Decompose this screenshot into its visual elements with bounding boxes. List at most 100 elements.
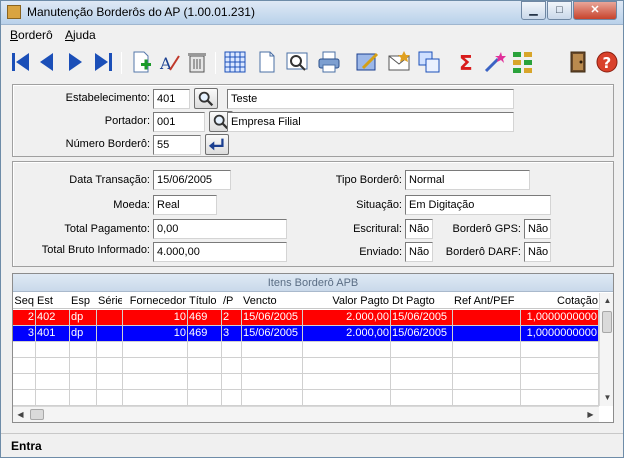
print-icon[interactable] [317,50,341,74]
column-header-dt-pagto[interactable]: Dt Pagto [391,293,452,309]
cell-ref-ant-pef [453,374,521,390]
scroll-right-icon[interactable]: ▶ [583,407,598,422]
grid-options-icon[interactable] [511,50,535,74]
enviado-field[interactable]: Não [405,242,433,262]
table-row[interactable]: 2 402 dp 10 469 2 15/06/2005 2.000,00 15/06/2005… [13,310,599,326]
status-bar: Entra [1,433,623,457]
scroll-down-icon[interactable]: ▼ [600,390,613,405]
cell-titulo [188,390,222,406]
cell-dt-pagto: 15/06/2005 [391,310,453,326]
numero-bordero-field[interactable]: 55 [153,135,201,155]
column-header-est[interactable]: Est [36,293,69,309]
column-header-vencto[interactable]: Vencto [242,293,302,309]
column-header-fornecedor[interactable]: Fornecedor [123,293,187,309]
cell-ref-ant-pef [453,342,521,358]
delete-icon[interactable] [185,50,209,74]
cell-est: 401 [36,326,70,342]
sum-icon[interactable]: Σ [455,50,479,74]
cell-parcela [222,358,242,374]
grid-title: Itens Borderô APB [13,274,613,292]
cell-serie [97,342,123,358]
help-icon[interactable]: ? [595,50,619,74]
column-header-seq[interactable]: Seq [13,293,35,309]
scroll-left-icon[interactable]: ◀ [13,407,28,422]
cell-dt-pagto [391,358,453,374]
bordero-darf-field[interactable]: Não [524,242,551,262]
column-header-titulo[interactable]: Título [188,293,221,309]
last-icon[interactable] [91,50,115,74]
cell-dt-pagto [391,342,453,358]
scroll-up-icon[interactable]: ▲ [600,293,613,308]
edit-icon[interactable]: A [157,50,181,74]
cell-ref-ant-pef [453,358,521,374]
menu-bordero[interactable]: Borderô [10,28,53,42]
enter-button[interactable] [205,134,229,155]
items-grid[interactable]: Itens Borderô APB Seq Est Esp Série Forneced… [12,273,614,423]
total-bruto-label: Total Bruto Informado: [41,244,150,256]
previous-icon[interactable] [35,50,59,74]
copy-icon[interactable] [417,50,441,74]
tipo-bordero-field[interactable]: Normal [405,170,530,190]
new-icon[interactable] [129,50,153,74]
table-row[interactable] [13,342,599,358]
cell-seq: 3 [13,326,36,342]
data-transacao-label: Data Transação: [69,174,150,186]
cell-serie [97,358,123,374]
calendar-icon[interactable] [223,50,247,74]
data-transacao-field[interactable]: 15/06/2005 [153,170,231,190]
estabelecimento-field[interactable]: 401 [153,89,190,109]
moeda-field[interactable]: Real [153,195,217,215]
approve-icon[interactable] [355,50,379,74]
moeda-label: Moeda: [113,199,150,211]
cell-esp [70,374,97,390]
status-text: Entra [11,439,42,453]
document-icon[interactable] [255,50,279,74]
first-icon[interactable] [9,50,33,74]
horizontal-scrollbar[interactable]: ◀ ▶ [13,406,599,422]
minimize-button[interactable]: ▁ [521,1,546,20]
cell-est [36,358,70,374]
table-row[interactable] [13,374,599,390]
table-row[interactable] [13,390,599,406]
vertical-scroll-thumb[interactable] [602,311,612,333]
column-header-ref-ant-pef[interactable]: Ref Ant/PEF [453,293,520,309]
cell-vencto [242,358,303,374]
toolbar-separator [121,52,122,74]
mail-icon[interactable] [387,50,411,74]
cell-serie [97,326,123,342]
horizontal-scroll-thumb[interactable] [30,409,44,420]
portador-field[interactable]: 001 [153,112,205,132]
wand-icon[interactable] [483,50,507,74]
table-row[interactable]: 3 401 dp 10 469 3 15/06/2005 2.000,00 15/06/2005… [13,326,599,342]
search-icon [198,91,214,107]
preview-icon[interactable] [285,50,309,74]
column-header-valor-pagto[interactable]: Valor Pagto [303,293,390,309]
total-bruto-field[interactable]: 4.000,00 [153,242,287,262]
exit-icon[interactable] [567,50,591,74]
total-pagamento-field[interactable]: 0,00 [153,219,287,239]
estabelecimento-search-button[interactable] [194,88,218,109]
cell-valor-pagto [303,342,391,358]
next-icon[interactable] [63,50,87,74]
table-row[interactable] [13,358,599,374]
menu-ajuda[interactable]: Ajuda [65,28,96,42]
column-header-esp[interactable]: Esp [70,293,96,309]
situacao-field[interactable]: Em Digitação [405,195,551,215]
cell-parcela: 2 [222,310,242,326]
bordero-gps-field[interactable]: Não [524,219,551,239]
vertical-scrollbar[interactable]: ▲ ▼ [599,293,613,406]
cell-seq [13,342,36,358]
column-header-parcela[interactable]: /P [222,293,241,309]
maximize-button[interactable]: □ [547,1,572,20]
grid-header: Seq Est Esp Série Fornecedor Título/P Vencto Va… [13,293,599,309]
cell-cotacao [521,358,599,374]
escritural-field[interactable]: Não [405,219,433,239]
cell-valor-pagto [303,390,391,406]
cell-esp [70,342,97,358]
column-header-cotacao[interactable]: Cotação [521,293,599,309]
column-header-serie[interactable]: Série [97,293,122,309]
cell-titulo [188,342,222,358]
close-button[interactable]: ✕ [573,1,617,20]
cell-est [36,374,70,390]
cell-fornecedor [123,358,188,374]
